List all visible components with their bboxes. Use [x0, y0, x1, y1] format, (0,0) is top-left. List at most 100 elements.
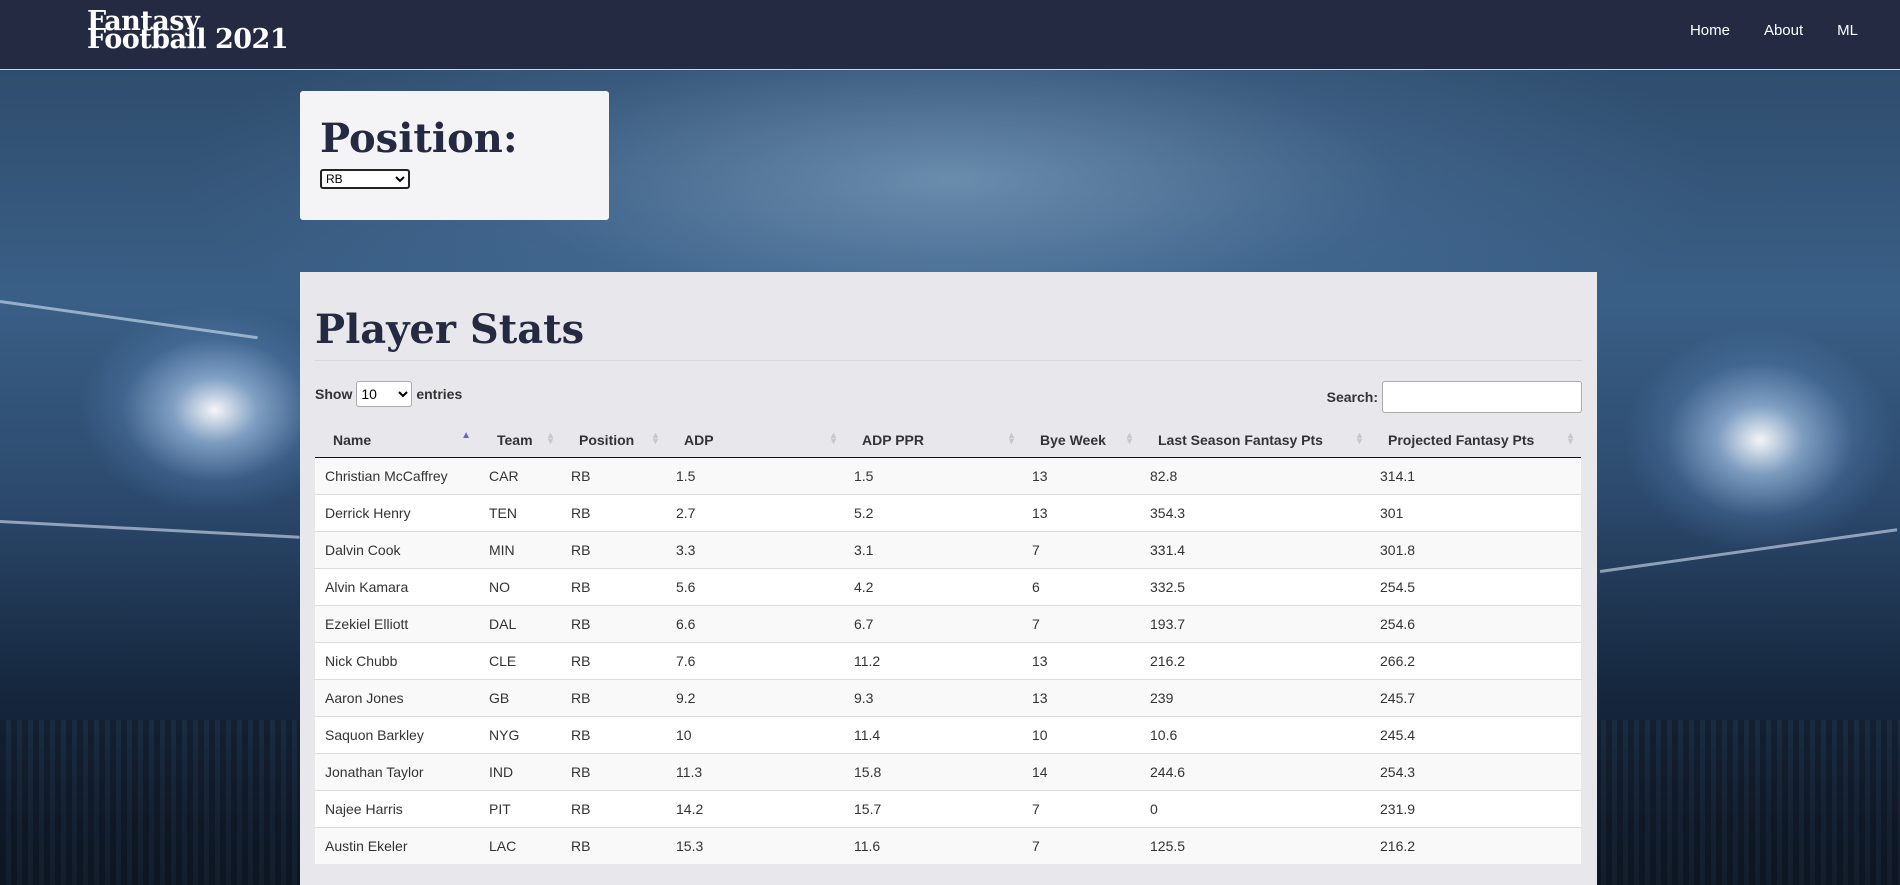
table-cell: 5.2 — [844, 493, 1022, 531]
sort-icon: ▴ ▾ — [652, 430, 658, 447]
table-cell: 254.5 — [1370, 567, 1581, 605]
position-select[interactable]: RB — [320, 169, 410, 189]
table-cell: 7 — [1022, 604, 1140, 642]
table-cell: 6.6 — [666, 604, 844, 642]
table-cell: 301.8 — [1370, 530, 1581, 568]
column-header-position[interactable]: Position ▴ ▾ — [561, 423, 666, 458]
table-cell: DAL — [479, 604, 561, 642]
player-stats-table: Name ▲ Team ▴ ▾ Position ▴ ▾ ADP ▴ ▾ ADP PPR ▴ ▾ B… — [315, 423, 1581, 864]
table-cell: 4.2 — [844, 567, 1022, 605]
stats-title: Player Stats — [315, 306, 585, 353]
table-cell: 13 — [1022, 641, 1140, 679]
column-header-projected-fantasy-pts[interactable]: Projected Fantasy Pts ▴ ▾ — [1370, 423, 1581, 458]
table-row[interactable]: Aaron Jones GB RB 9.2 9.3 13 239 245.7 — [315, 678, 1581, 716]
table-cell: 13 — [1022, 493, 1140, 531]
column-header-label: ADP PPR — [862, 431, 924, 448]
table-cell: RB — [561, 789, 666, 827]
table-cell: Austin Ekeler — [315, 826, 479, 864]
table-cell: 6.7 — [844, 604, 1022, 642]
table-cell: NYG — [479, 715, 561, 753]
table-cell: RB — [561, 604, 666, 642]
brand-logo[interactable]: Fantasy Football 2021 — [87, 8, 289, 55]
entries-label: entries — [416, 386, 463, 402]
table-row[interactable]: Saquon Barkley NYG RB 10 11.4 10 10.6 245.4 — [315, 715, 1581, 753]
nav-link-home[interactable]: Home — [1678, 22, 1742, 39]
table-cell: Ezekiel Elliott — [315, 604, 479, 642]
table-cell: RB — [561, 826, 666, 864]
table-cell: 11.6 — [844, 826, 1022, 864]
table-row[interactable]: Dalvin Cook MIN RB 3.3 3.1 7 331.4 301.8 — [315, 530, 1581, 568]
table-cell: RB — [561, 493, 666, 531]
sort-icon: ▴ ▾ — [1567, 430, 1573, 447]
column-header-name[interactable]: Name ▲ — [315, 423, 479, 458]
column-header-bye-week[interactable]: Bye Week ▴ ▾ — [1022, 423, 1140, 458]
nav-links: Home About ML — [1668, 22, 1870, 39]
table-cell: MIN — [479, 530, 561, 568]
table-cell: 6 — [1022, 567, 1140, 605]
table-cell: Dalvin Cook — [315, 530, 479, 568]
table-row[interactable]: Najee Harris PIT RB 14.2 15.7 7 0 231.9 — [315, 789, 1581, 827]
column-header-adp-ppr[interactable]: ADP PPR ▴ ▾ — [844, 423, 1022, 458]
column-header-adp[interactable]: ADP ▴ ▾ — [666, 423, 844, 458]
table-cell: RB — [561, 678, 666, 716]
sort-icon: ▴ ▾ — [830, 430, 836, 447]
entries-select[interactable]: 10 — [356, 381, 413, 407]
table-row[interactable]: Derrick Henry TEN RB 2.7 5.2 13 354.3 301 — [315, 493, 1581, 531]
table-row[interactable]: Nick Chubb CLE RB 7.6 11.2 13 216.2 266.2 — [315, 641, 1581, 679]
sort-icon: ▴ ▾ — [1126, 430, 1132, 447]
table-row[interactable]: Jonathan Taylor IND RB 11.3 15.8 14 244.6 254.3 — [315, 752, 1581, 790]
player-stats-card: Player Stats Show 10 entries Search: Nam… — [300, 272, 1597, 885]
sort-icon: ▴ ▾ — [1356, 430, 1362, 447]
column-header-label: ADP — [684, 431, 714, 448]
table-row[interactable]: Alvin Kamara NO RB 5.6 4.2 6 332.5 254.5 — [315, 567, 1581, 605]
brand-line-2: Football 2021 — [87, 24, 289, 55]
table-cell: RB — [561, 715, 666, 753]
sort-icon: ▴ ▾ — [547, 430, 553, 447]
table-cell: CAR — [479, 456, 561, 494]
table-cell: TEN — [479, 493, 561, 531]
table-cell: 231.9 — [1370, 789, 1581, 827]
table-cell: RB — [561, 752, 666, 790]
column-header-team[interactable]: Team ▴ ▾ — [479, 423, 561, 458]
table-cell: 14 — [1022, 752, 1140, 790]
table-cell: Aaron Jones — [315, 678, 479, 716]
table-cell: RB — [561, 530, 666, 568]
table-cell: 9.2 — [666, 678, 844, 716]
table-cell: 332.5 — [1140, 567, 1370, 605]
table-cell: 15.8 — [844, 752, 1022, 790]
table-cell: 7 — [1022, 789, 1140, 827]
table-cell: Nick Chubb — [315, 641, 479, 679]
table-cell: 10.6 — [1140, 715, 1370, 753]
nav-link-about[interactable]: About — [1752, 22, 1815, 39]
table-row[interactable]: Austin Ekeler LAC RB 15.3 11.6 7 125.5 216.2 — [315, 826, 1581, 864]
table-cell: 10 — [1022, 715, 1140, 753]
table-cell: 245.7 — [1370, 678, 1581, 716]
table-cell: 3.3 — [666, 530, 844, 568]
position-filter-card: Position: RB — [300, 91, 609, 220]
search-input[interactable] — [1382, 381, 1582, 413]
table-cell: PIT — [479, 789, 561, 827]
table-body: Christian McCaffrey CAR RB 1.5 1.5 13 82.8 314.… — [315, 456, 1581, 864]
table-controls: Show 10 entries Search: — [315, 361, 1582, 423]
nav-link-ml[interactable]: ML — [1825, 22, 1870, 39]
table-cell: GB — [479, 678, 561, 716]
table-cell: Najee Harris — [315, 789, 479, 827]
table-cell: 13 — [1022, 456, 1140, 494]
column-header-last-season-fantasy-pts[interactable]: Last Season Fantasy Pts ▴ ▾ — [1140, 423, 1370, 458]
search-control: Search: — [1327, 381, 1582, 413]
table-cell: 14.2 — [666, 789, 844, 827]
column-header-label: Name — [333, 431, 372, 448]
table-cell: 0 — [1140, 789, 1370, 827]
table-cell: CLE — [479, 641, 561, 679]
table-row[interactable]: Ezekiel Elliott DAL RB 6.6 6.7 7 193.7 254.6 — [315, 604, 1581, 642]
table-cell: 354.3 — [1140, 493, 1370, 531]
table-cell: 1.5 — [844, 456, 1022, 494]
column-header-label: Projected Fantasy Pts — [1388, 431, 1535, 448]
table-cell: Derrick Henry — [315, 493, 479, 531]
table-cell: RB — [561, 456, 666, 494]
table-row[interactable]: Christian McCaffrey CAR RB 1.5 1.5 13 82.8 314.… — [315, 456, 1581, 494]
table-cell: 314.1 — [1370, 456, 1581, 494]
table-header-row: Name ▲ Team ▴ ▾ Position ▴ ▾ ADP ▴ ▾ ADP PPR ▴ ▾ B… — [315, 423, 1581, 458]
table-cell: NO — [479, 567, 561, 605]
sort-ascending-icon: ▲ — [461, 430, 471, 441]
